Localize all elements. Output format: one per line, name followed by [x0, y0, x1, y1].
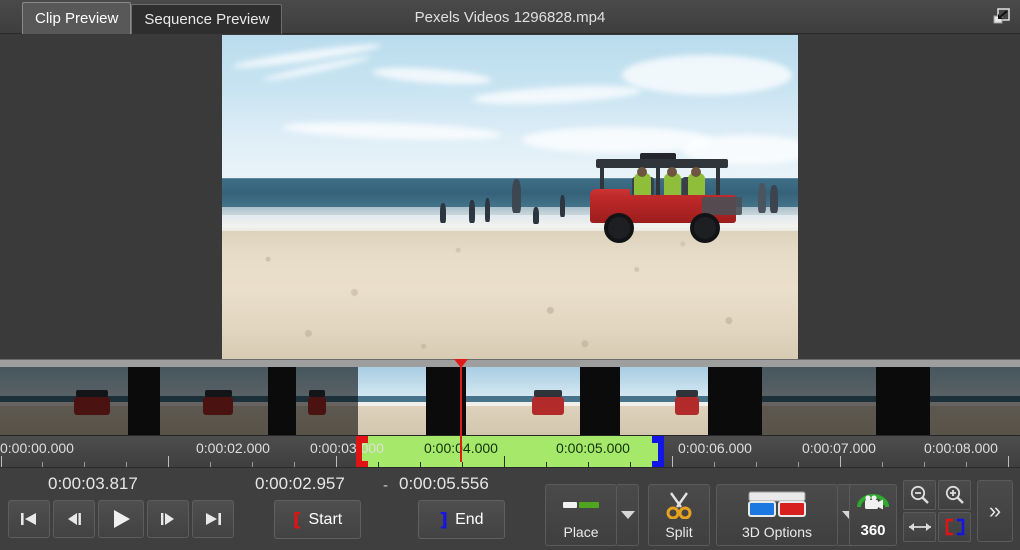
beach-person: [440, 203, 446, 223]
passenger-head: [637, 167, 647, 177]
vehicle-rack: [702, 197, 742, 215]
zoom-in-button[interactable]: [938, 480, 971, 510]
zoom-out-button[interactable]: [903, 480, 936, 510]
ruler-label: 0:00:03.000: [310, 440, 384, 456]
beach-person: [485, 198, 490, 222]
split-button[interactable]: Split: [648, 484, 710, 546]
in-timecode[interactable]: 0:00:02.957: [255, 474, 345, 494]
vehicle-wheel: [690, 213, 720, 243]
scissors-icon: [664, 485, 694, 524]
filmstrip[interactable]: [0, 367, 1020, 435]
tab-clip-preview[interactable]: Clip Preview: [22, 2, 132, 34]
transport-button-group: [8, 500, 234, 538]
chevron-double-right-icon: »: [988, 498, 1002, 523]
step-forward-button[interactable]: [147, 500, 189, 538]
mark-start-button[interactable]: [ Start: [274, 500, 361, 539]
beach-person: [770, 185, 778, 213]
360-label: 360: [860, 522, 886, 539]
place-button[interactable]: Place: [545, 484, 617, 546]
vehicle-pillar: [716, 167, 720, 195]
360-camera-icon: [855, 491, 891, 524]
title-bar: Pexels Videos 1296828.mp4 Clip Preview S…: [0, 0, 1020, 34]
ruler-label: 0:00:02.000: [196, 440, 270, 456]
place-label: Place: [563, 524, 599, 540]
fit-selection-button[interactable]: [938, 512, 971, 542]
in-bracket-icon: [: [292, 508, 302, 531]
utility-vehicle: [590, 153, 742, 243]
range-dash: -: [383, 477, 388, 494]
filmstrip-thumbnail[interactable]: [160, 367, 268, 435]
video-frame[interactable]: [222, 35, 798, 359]
go-to-end-button[interactable]: [192, 500, 234, 538]
filmstrip-thumbnail[interactable]: [296, 367, 358, 435]
place-dropdown-button[interactable]: [617, 484, 639, 546]
out-point-marker[interactable]: [652, 436, 664, 467]
beach-person: [469, 200, 475, 223]
place-icon: [559, 485, 603, 524]
ruler-label: 0:00:08.000: [924, 440, 998, 456]
vehicle-pillar: [656, 167, 660, 195]
in-point-marker[interactable]: [356, 436, 368, 467]
out-timecode[interactable]: 0:00:05.556: [399, 474, 489, 494]
passenger-head: [691, 167, 701, 177]
mark-end-button[interactable]: ] End: [418, 500, 505, 539]
mark-start-label: Start: [308, 510, 343, 528]
tab-clip-preview-label: Clip Preview: [35, 10, 119, 27]
playhead-line: [460, 362, 462, 462]
ruler-label: 0:00:07.000: [802, 440, 876, 456]
zoom-controls: [903, 480, 971, 542]
three-d-options-button[interactable]: 3D Options: [716, 484, 838, 546]
filmstrip-thumbnail[interactable]: [930, 367, 1020, 435]
clip-preview-window: Pexels Videos 1296828.mp4 Clip Preview S…: [0, 0, 1020, 550]
mark-end-label: End: [455, 510, 484, 528]
filmstrip-thumbnail-selected[interactable]: [358, 367, 426, 435]
tab-bar: Clip Preview Sequence Preview: [22, 2, 283, 34]
chevron-down-icon: [620, 511, 635, 519]
video-preview-area[interactable]: [0, 34, 1020, 359]
split-label: Split: [665, 524, 693, 540]
beach-person: [758, 183, 766, 213]
out-bracket-icon: ]: [439, 508, 449, 531]
tab-sequence-preview[interactable]: Sequence Preview: [131, 4, 283, 34]
passenger-head: [667, 167, 677, 177]
ruler-label: 0:00:00.000: [0, 440, 74, 456]
three-d-options-label: 3D Options: [741, 524, 813, 540]
more-options-button[interactable]: »: [977, 480, 1013, 542]
3d-glasses-icon: [746, 485, 808, 524]
beach-person: [512, 179, 521, 213]
filmstrip-thumbnail-selected[interactable]: [620, 367, 708, 435]
filmstrip-thumbnail[interactable]: [0, 367, 128, 435]
beach-person: [533, 207, 539, 224]
filmstrip-thumbnail-selected[interactable]: [466, 367, 580, 435]
ruler-label: 0:00:05.000: [556, 440, 630, 456]
step-back-button[interactable]: [53, 500, 95, 538]
cloud: [622, 55, 792, 95]
vehicle-wheel: [604, 213, 634, 243]
sand-region: [222, 231, 798, 359]
position-timecode[interactable]: 0:00:03.817: [48, 474, 138, 494]
play-button[interactable]: [98, 500, 144, 538]
go-to-start-button[interactable]: [8, 500, 50, 538]
three-sixty-button[interactable]: 360: [849, 484, 897, 546]
ruler-label: 0:00:06.000: [678, 440, 752, 456]
fit-width-button[interactable]: [903, 512, 936, 542]
tab-sequence-preview-label: Sequence Preview: [144, 11, 270, 28]
beach-person: [560, 195, 565, 217]
filmstrip-top-bar: [0, 359, 1020, 367]
vehicle-roof: [596, 159, 728, 168]
restore-down-icon[interactable]: [988, 4, 1014, 28]
sand-texture: [222, 231, 798, 359]
filmstrip-thumbnail[interactable]: [762, 367, 876, 435]
timeline-ruler[interactable]: 0:00:00.000 0:00:02.000 0:00:03.000 0:00…: [0, 435, 1020, 467]
